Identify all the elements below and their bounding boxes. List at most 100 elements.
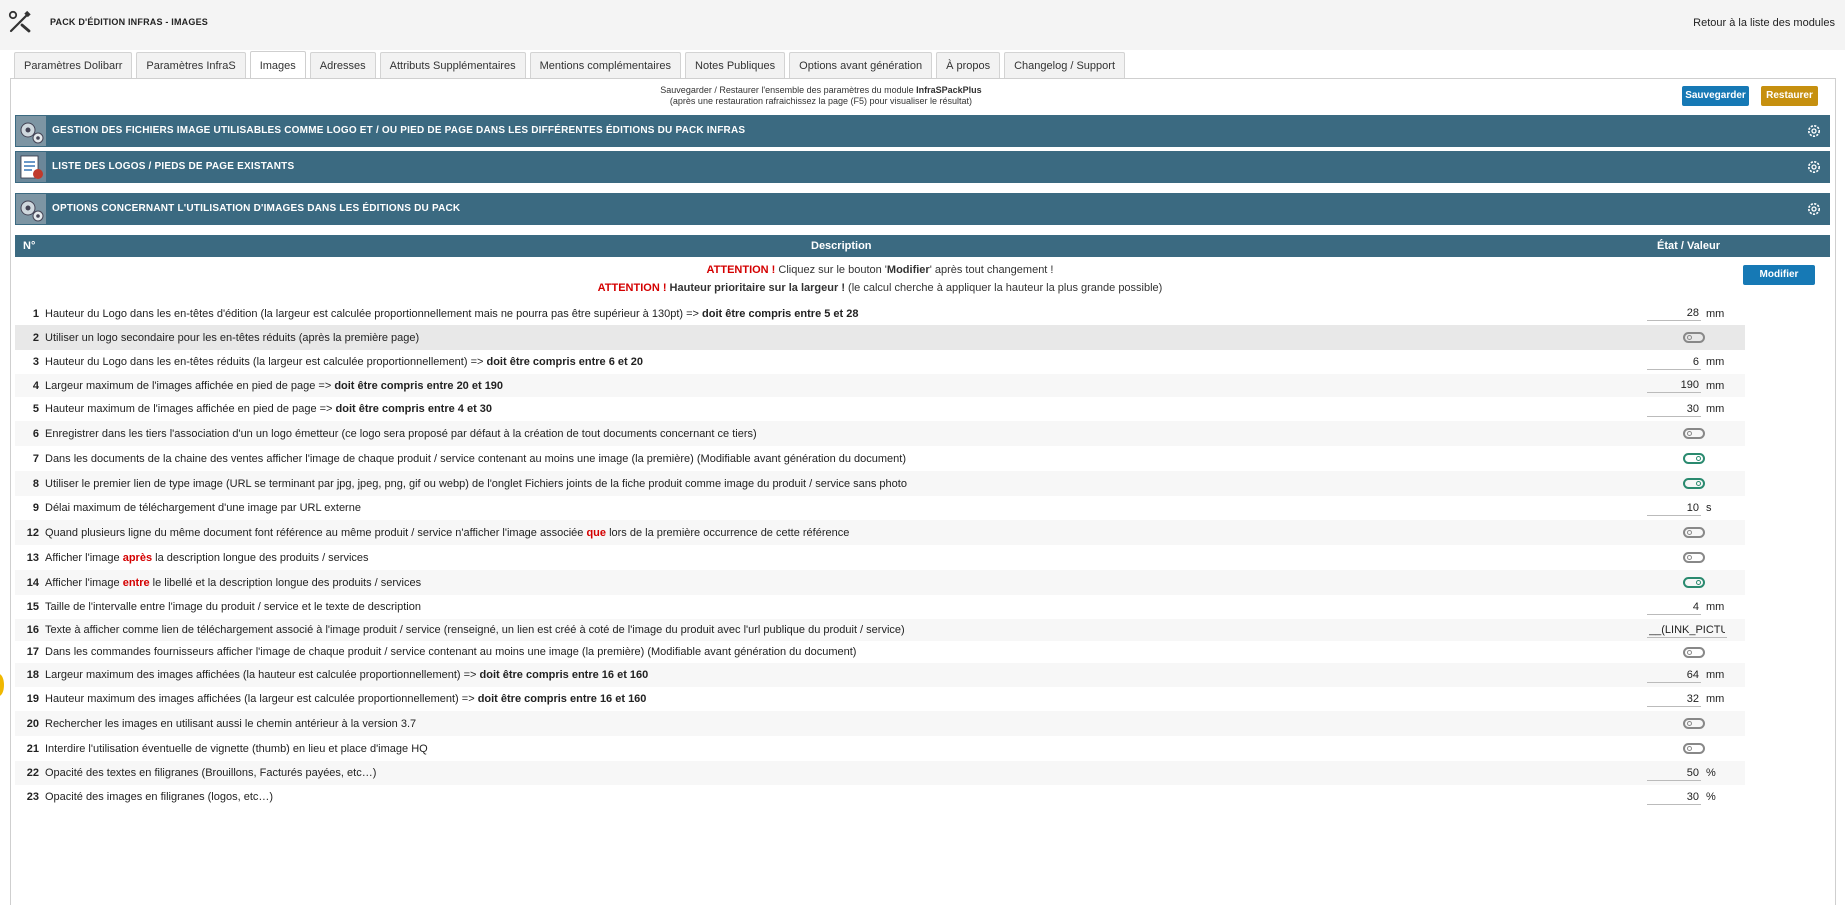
toggle-off-icon[interactable]: [1683, 646, 1705, 658]
option-row: 19 Hauteur maximum des images affichées (…: [15, 687, 1745, 711]
option-value: [1647, 421, 1705, 446]
option-description: Opacité des textes en filigranes (Brouil…: [45, 767, 377, 779]
main-panel: Sauvegarder / Restaurer l'ensemble des p…: [10, 78, 1836, 905]
toggle-on-icon[interactable]: [1683, 453, 1705, 464]
option-row: 17 Dans les commandes fournisseurs affich…: [15, 641, 1745, 663]
option-number: 5: [32, 403, 39, 415]
tab-attributs-suppl-mentaires[interactable]: Attributs Supplémentaires: [379, 52, 526, 78]
option-number: 1: [32, 307, 39, 320]
option-row: 20 Rechercher les images en utilisant aus…: [15, 711, 1745, 736]
option-row: 16 Texte à afficher comme lien de télécha…: [15, 619, 1745, 641]
save-info-text: Sauvegarder / Restaurer l'ensemble des p…: [660, 85, 917, 95]
options-list: 1 Hauteur du Logo dans les en-têtes d'édi…: [15, 302, 1745, 809]
value-input[interactable]: [1647, 401, 1701, 417]
tab-options-avant-g-n-ration[interactable]: Options avant génération: [789, 52, 933, 78]
unit-label: mm: [1706, 356, 1725, 368]
attention-label: ATTENTION !: [706, 264, 776, 276]
gear-icon[interactable]: [1806, 159, 1822, 175]
tab-mentions-compl-mentaires[interactable]: Mentions complémentaires: [529, 52, 682, 78]
option-number: 9: [32, 502, 39, 514]
option-value: [1647, 619, 1727, 641]
option-description: Largeur maximum des images affichées (la…: [45, 669, 649, 681]
option-row: 15 Taille de l'intervalle entre l'image d…: [15, 595, 1745, 619]
unit-label: mm: [1706, 669, 1725, 681]
option-description: Délai maximum de téléchargement d'une im…: [45, 502, 361, 514]
option-description: Taille de l'intervalle entre l'image du …: [45, 601, 421, 613]
option-number: 3: [32, 356, 39, 368]
option-number: 13: [26, 551, 39, 564]
value-input[interactable]: [1647, 306, 1701, 321]
toggle-off-icon[interactable]: [1683, 428, 1705, 439]
option-row: 8 Utiliser le premier lien de type image …: [15, 471, 1745, 496]
option-number: 22: [26, 767, 39, 779]
gear-icon[interactable]: [1806, 123, 1822, 139]
option-value: [1647, 471, 1705, 496]
unit-label: mm: [1706, 307, 1725, 320]
value-input[interactable]: [1647, 765, 1701, 781]
gears-icon: [16, 194, 46, 224]
value-input[interactable]: [1647, 354, 1701, 370]
option-description: Quand plusieurs ligne du même document f…: [45, 526, 850, 539]
option-value: [1647, 641, 1705, 663]
unit-label: mm: [1706, 601, 1725, 613]
tab-param-tres-dolibarr[interactable]: Paramètres Dolibarr: [14, 52, 133, 78]
tab-param-tres-infras[interactable]: Paramètres InfraS: [136, 52, 246, 78]
option-description: Dans les commandes fournisseurs afficher…: [45, 646, 857, 658]
option-description: Rechercher les images en utilisant aussi…: [45, 717, 417, 730]
option-description: Afficher l'image après la description lo…: [45, 551, 369, 564]
save-button[interactable]: Sauvegarder: [1682, 86, 1749, 106]
option-value: mm: [1647, 663, 1724, 687]
option-value: %: [1647, 761, 1716, 785]
unit-label: %: [1706, 767, 1716, 779]
option-row: 5 Hauteur maximum de l'images affichée en…: [15, 397, 1745, 421]
toggle-off-icon[interactable]: [1683, 552, 1705, 563]
option-row: 9 Délai maximum de téléchargement d'une i…: [15, 496, 1745, 520]
tab-propos[interactable]: À propos: [936, 52, 1001, 78]
section-logo-list[interactable]: Liste des logos / pieds de page existant…: [15, 151, 1830, 183]
tools-icon: [8, 10, 31, 33]
tab-notes-publiques[interactable]: Notes Publiques: [685, 52, 786, 78]
toggle-on-icon[interactable]: [1683, 478, 1705, 489]
option-number: 21: [26, 742, 39, 755]
gear-icon[interactable]: [1806, 201, 1822, 217]
link-text-input[interactable]: [1647, 622, 1727, 638]
option-row: 7 Dans les documents de la chaine des ven…: [15, 446, 1745, 471]
option-row: 21 Interdire l'utilisation éventuelle de …: [15, 736, 1745, 761]
value-input[interactable]: [1647, 500, 1701, 516]
section-title: Liste des logos / pieds de page existant…: [52, 161, 295, 172]
back-to-modules-link[interactable]: Retour à la liste des modules: [1693, 17, 1835, 29]
option-row: 4 Largeur maximum de l'images affichée en…: [15, 374, 1745, 397]
option-value: mm: [1647, 397, 1724, 421]
modify-button[interactable]: Modifier: [1743, 265, 1815, 285]
section-image-options[interactable]: Options concernant l'utilisation d'image…: [15, 193, 1830, 225]
module-name: InfraSPackPlus: [916, 85, 982, 95]
toggle-on-icon[interactable]: [1683, 577, 1705, 588]
option-value: mm: [1647, 302, 1724, 325]
option-row: 13 Afficher l'image après la description …: [15, 545, 1745, 570]
option-value: [1647, 711, 1705, 736]
section-image-files[interactable]: Gestion des fichiers image utilisables c…: [15, 115, 1830, 147]
option-row: 12 Quand plusieurs ligne du même document…: [15, 520, 1745, 545]
tab-images[interactable]: Images: [249, 51, 306, 79]
value-input[interactable]: [1647, 378, 1701, 393]
restore-button[interactable]: Restaurer: [1761, 86, 1818, 106]
option-value: [1647, 325, 1705, 350]
option-number: 15: [26, 601, 39, 613]
toggle-off-icon[interactable]: [1683, 527, 1705, 538]
option-row: 22 Opacité des textes en filigranes (Brou…: [15, 761, 1745, 785]
toggle-off-icon[interactable]: [1683, 743, 1705, 754]
attention-label: ATTENTION !: [597, 282, 667, 294]
toggle-off-icon[interactable]: [1683, 718, 1705, 729]
value-input[interactable]: [1647, 599, 1701, 615]
column-header-description: Description: [811, 240, 872, 252]
value-input[interactable]: [1647, 691, 1701, 707]
toggle-off-icon[interactable]: [1683, 332, 1705, 343]
side-indicator: [0, 674, 4, 696]
option-value: s: [1647, 496, 1712, 520]
option-row: 2 Utiliser un logo secondaire pour les en…: [15, 325, 1745, 350]
value-input[interactable]: [1647, 667, 1701, 683]
value-input[interactable]: [1647, 789, 1701, 805]
tab-adresses[interactable]: Adresses: [309, 52, 376, 78]
tab-changelog-support[interactable]: Changelog / Support: [1004, 52, 1126, 78]
option-number: 4: [32, 379, 39, 392]
